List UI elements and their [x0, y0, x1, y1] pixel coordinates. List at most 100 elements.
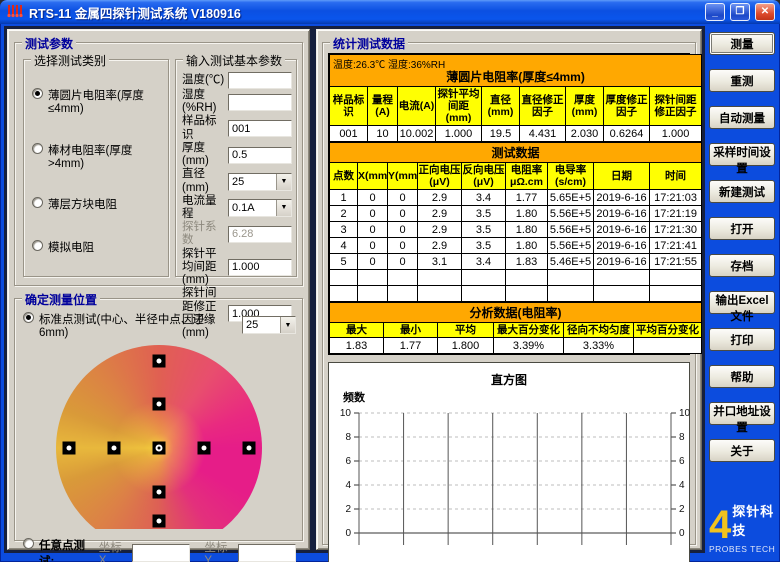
cell: 3.5	[461, 221, 506, 239]
app-window: RTS-11 金属四探针测试系统 V180916 _ ❐ ✕ 测试参数 选择测试…	[0, 0, 780, 562]
field-select-5[interactable]: 0.1A	[228, 198, 292, 217]
about-button[interactable]: 关于	[709, 439, 775, 462]
sampling-time-settings-button[interactable]: 采样时间设置	[709, 143, 775, 175]
cell: 1.83	[505, 253, 548, 271]
column-header: 电流(A)	[397, 85, 436, 127]
radio-test-category-0[interactable]: 薄圆片电阻率(厚度≤4mm)	[32, 87, 164, 115]
svg-text:10: 10	[679, 408, 691, 419]
column-header: 平均	[437, 322, 494, 339]
svg-text:6: 6	[679, 456, 685, 467]
radio-dot[interactable]	[32, 197, 43, 209]
cell	[547, 269, 594, 287]
param-field-5: 电流量程 0.1A	[182, 195, 292, 221]
cell	[593, 269, 650, 287]
dropdown-arrow-icon[interactable]	[276, 199, 291, 216]
radio-dot[interactable]	[23, 538, 34, 549]
radio-dot[interactable]	[32, 239, 43, 251]
coord-y-input[interactable]	[237, 544, 296, 562]
field-input-0[interactable]	[228, 72, 292, 89]
cell: 1.77	[505, 189, 548, 207]
cell: 0	[357, 221, 388, 239]
new-test-button[interactable]: 新建测试	[709, 180, 775, 203]
cell: 3.1	[417, 253, 462, 271]
cell: 10	[367, 125, 398, 143]
dropdown-arrow-icon[interactable]	[280, 317, 295, 333]
field-input-7[interactable]	[228, 258, 292, 276]
cell	[461, 269, 506, 287]
column-header: 厚度(mm)	[565, 85, 604, 127]
radio-test-category-2[interactable]: 薄层方块电阻	[32, 196, 164, 212]
cell: 0	[357, 189, 388, 207]
cell: 3.4	[461, 253, 506, 271]
measure-button[interactable]: 测量	[709, 32, 775, 55]
wafer-point	[152, 397, 165, 411]
field-input-2[interactable]	[228, 120, 292, 138]
cell: 2019-6-16	[593, 205, 650, 223]
field-select-4[interactable]: 25	[228, 172, 292, 191]
wafer-point	[152, 485, 165, 499]
radio-dot[interactable]	[32, 142, 43, 154]
radio-arbitrary-points[interactable]: 任意点测试:	[23, 537, 93, 562]
cell: 2.9	[417, 237, 462, 255]
cell: 1.80	[505, 205, 548, 223]
cell	[633, 337, 702, 355]
help-button[interactable]: 帮助	[709, 365, 775, 388]
field-input-3[interactable]	[228, 146, 292, 164]
group-title: 输入测试基本参数	[183, 52, 286, 69]
minimize-button[interactable]: _	[705, 3, 725, 21]
coord-x-input[interactable]	[132, 544, 191, 562]
cell: 1.000	[435, 125, 482, 143]
wafer-map	[37, 343, 281, 529]
radio-test-category-1[interactable]: 棒材电阻率(厚度>4mm)	[32, 142, 164, 170]
standard-diameter-select[interactable]: 25	[242, 316, 296, 334]
cell: 10.002	[397, 125, 436, 143]
auto-measure-button[interactable]: 自动测量	[709, 106, 775, 129]
archive-button[interactable]: 存档	[709, 254, 775, 277]
env-readout: 温度:26.3℃ 湿度:36%RH	[333, 60, 446, 71]
cell: 4	[329, 237, 358, 255]
param-field-7: 探针平均间距(mm)	[182, 248, 292, 288]
cell: 3.5	[461, 237, 506, 255]
group-title: 确定测量位置	[22, 291, 101, 308]
test-data-table: 测试数据 点数 X(mm) Y(mm) 正向电压(μV) 反向电压(μV) 电阻率μΩ.cm…	[328, 142, 703, 303]
restore-button[interactable]: ❐	[730, 3, 750, 21]
cell: 17:21:19	[648, 205, 703, 223]
svg-text:4: 4	[679, 480, 685, 491]
section-band: 分析数据(电阻率)	[329, 302, 702, 324]
wafer-point	[152, 354, 165, 368]
remeasure-button[interactable]: 重测	[709, 69, 775, 92]
param-field-6: 探针系数	[182, 221, 292, 247]
field-label: 电流量程	[182, 194, 217, 220]
cell: 17:21:03	[648, 189, 703, 207]
column-header: 正向电压(μV)	[417, 162, 462, 191]
svg-text:10: 10	[340, 408, 352, 419]
radio-dot[interactable]	[23, 312, 34, 323]
cell: 1.80	[505, 221, 548, 239]
radio-dot[interactable]	[32, 88, 43, 100]
open-button[interactable]: 打开	[709, 217, 775, 240]
selected-value: 25	[246, 319, 259, 331]
cell: 17:21:30	[648, 221, 703, 239]
column-header: 直径修正因子	[519, 85, 566, 127]
cell	[417, 285, 462, 303]
selected-value: 25	[232, 175, 245, 188]
parallel-port-settings-button[interactable]: 并口地址设置	[709, 402, 775, 434]
cell: 5	[329, 253, 358, 271]
dropdown-arrow-icon[interactable]	[276, 173, 291, 190]
cell: 2.9	[417, 221, 462, 239]
group-basic-params: 输入测试基本参数 温度(℃) 湿度(%RH)样品标识厚度(mm)直径(mm) 25 电…	[175, 52, 297, 339]
print-button[interactable]: 打印	[709, 328, 775, 351]
field-input-1[interactable]	[228, 93, 292, 111]
radio-standard-points[interactable]: 标准点测试(中心、半径中点、边缘6mm)	[23, 311, 238, 339]
svg-text:6: 6	[345, 456, 351, 467]
column-header: 点数	[329, 162, 358, 191]
field-label: 湿度(%RH)	[182, 89, 217, 115]
close-button[interactable]: ✕	[755, 3, 775, 21]
svg-text:2: 2	[679, 504, 685, 515]
radio-test-category-3[interactable]: 模拟电阻	[32, 239, 164, 255]
coord-y-label: 坐标Y	[204, 542, 228, 562]
radio-label: 薄圆片电阻率(厚度≤4mm)	[48, 90, 144, 116]
export-excel-button[interactable]: 输出Excel文件	[709, 291, 775, 323]
column-header: 厚度修正因子	[603, 85, 650, 127]
column-header: 日期	[593, 162, 650, 191]
